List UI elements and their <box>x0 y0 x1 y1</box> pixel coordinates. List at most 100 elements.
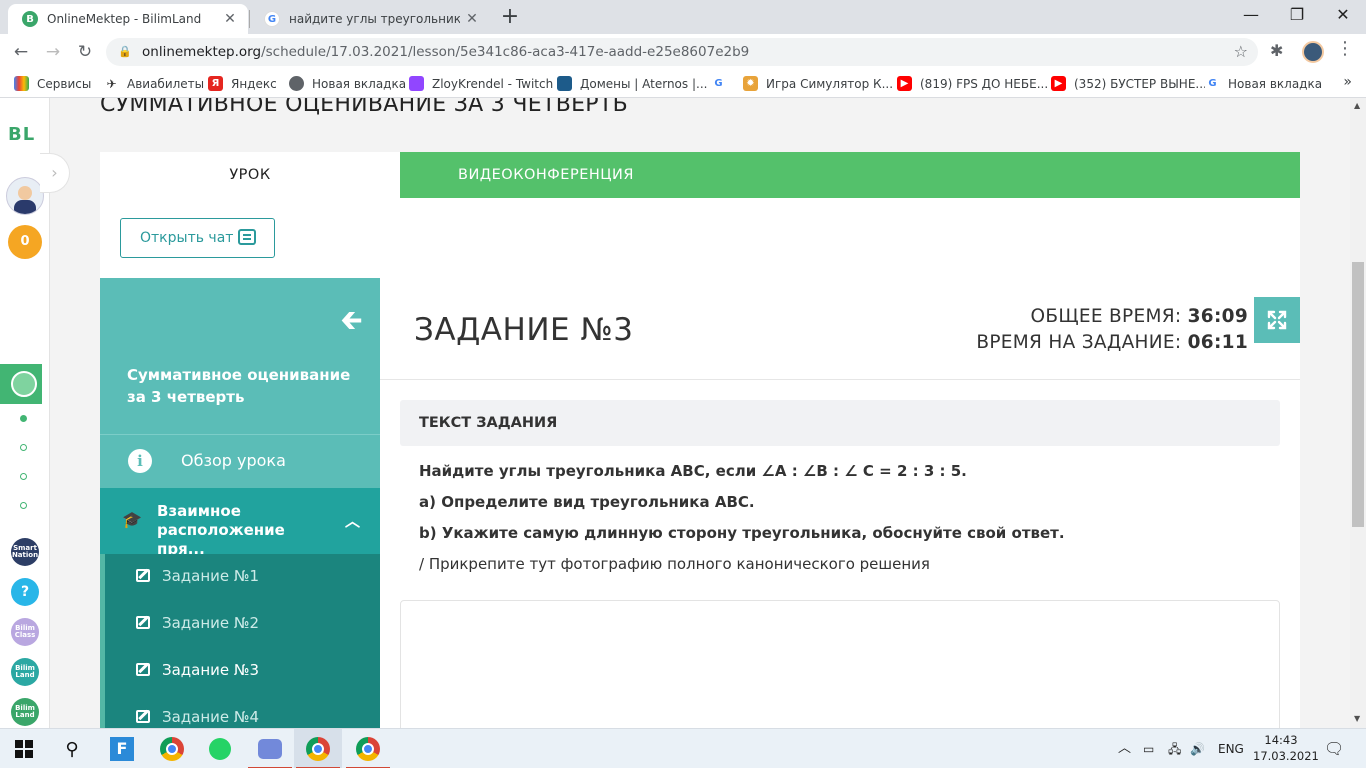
close-icon[interactable]: ✕ <box>218 11 242 27</box>
taskbar-discord[interactable] <box>246 729 294 768</box>
taskbar-chrome-2[interactable] <box>294 729 342 768</box>
profile-avatar[interactable] <box>1302 41 1324 63</box>
network-icon[interactable]: 🖧 <box>1168 729 1181 768</box>
sidebar-item-task-4[interactable]: Задание №4 <box>105 695 380 728</box>
rail-dot-2[interactable] <box>20 444 27 451</box>
page-scrollbar[interactable]: ▲ ▼ <box>1350 98 1366 728</box>
coins-badge[interactable]: 0 <box>8 225 42 259</box>
task-time-value: 06:11 <box>1187 332 1248 353</box>
extensions-icon[interactable]: ✱ <box>1270 41 1283 60</box>
task-line-2: а) Определите вид треугольника АВС. <box>419 493 755 511</box>
rail-dot-1[interactable] <box>20 415 27 422</box>
youtube-icon: ▶ <box>1051 76 1066 91</box>
scroll-up-icon[interactable]: ▲ <box>1354 101 1360 110</box>
bookmark-aternos[interactable]: Домены | Aternos |... <box>557 76 707 91</box>
divider <box>380 379 1300 380</box>
bookmark-star-icon[interactable]: ☆ <box>1234 38 1248 66</box>
scroll-down-icon[interactable]: ▼ <box>1354 714 1360 723</box>
edit-icon <box>136 616 150 629</box>
help-icon[interactable]: ? <box>11 578 39 606</box>
clock-date: 17.03.2021 <box>1253 749 1319 763</box>
close-icon[interactable]: ✕ <box>460 11 484 27</box>
discord-icon <box>258 739 282 759</box>
bookmark-yandex[interactable]: Я Яндекс <box>208 76 277 91</box>
taskbar-app-f[interactable]: F <box>98 729 146 768</box>
bookmark-aviabilety[interactable]: ✈ Авиабилеты <box>104 76 204 91</box>
scroll-thumb[interactable] <box>1352 262 1364 527</box>
menu-icon[interactable]: ⋮ <box>1336 38 1354 59</box>
bookmark-twitch[interactable]: ZloyKrendel - Twitch <box>409 76 553 91</box>
rail-expand-button[interactable]: › <box>40 153 70 193</box>
bilim-class-app[interactable]: Bilim Class <box>11 618 39 646</box>
language-indicator[interactable]: ENG <box>1218 729 1244 768</box>
lock-icon[interactable]: 🔒 <box>118 38 132 66</box>
back-arrow-icon[interactable]: 🡰 <box>341 302 362 346</box>
bookmark-new-tab[interactable]: Новая вкладка <box>289 76 406 91</box>
rail-dot-3[interactable] <box>20 473 27 480</box>
bookmark-services[interactable]: Сервисы <box>14 76 91 91</box>
online-lesson-icon <box>11 371 37 397</box>
sidebar-item-task-2[interactable]: Задание №2 <box>105 601 380 648</box>
bl-logo[interactable]: BL <box>8 124 35 145</box>
taskbar-chrome-1[interactable] <box>148 729 196 768</box>
graduation-cap-icon: 🎓 <box>122 510 142 529</box>
tab-title: найдите углы треугольника abc <box>289 12 460 26</box>
volume-icon[interactable]: 🔊 <box>1190 729 1205 768</box>
battery-icon[interactable]: ▭ <box>1143 729 1154 768</box>
fullscreen-button[interactable] <box>1254 297 1300 343</box>
close-window-button[interactable]: ✕ <box>1320 0 1366 32</box>
globe-icon <box>289 76 304 91</box>
search-icon: ⚲ <box>65 738 79 760</box>
show-hidden-icons[interactable]: ︿ <box>1118 729 1131 768</box>
restore-button[interactable]: ❐ <box>1274 0 1320 32</box>
lesson-card: УРОК ВИДЕОКОНФЕРЕНЦИЯ Открыть чат 🡰 Сумм… <box>100 152 1300 728</box>
notifications-icon[interactable]: 🗨 <box>1324 729 1344 768</box>
address-bar[interactable]: 🔒 onlinemektep.org/schedule/17.03.2021/l… <box>106 38 1258 66</box>
clock[interactable]: 14:43 17.03.2021 <box>1253 732 1319 764</box>
sidebar-item-overview[interactable]: i Обзор урока <box>100 434 380 488</box>
chrome-icon <box>160 737 184 761</box>
bookmark-google[interactable]: G <box>711 76 734 91</box>
smart-nation-app[interactable]: Smart Nation <box>11 538 39 566</box>
reload-button[interactable]: ↻ <box>72 40 98 66</box>
apps-grid-icon <box>14 76 29 91</box>
more-bookmarks-icon[interactable]: » <box>1343 74 1352 90</box>
bookmark-game[interactable]: ✹ Игра Симулятор К... <box>743 76 893 91</box>
tab-onlinemektep[interactable]: B OnlineMektep - BilimLand ✕ <box>8 4 248 34</box>
bookmark-new-tab-2[interactable]: G Новая вкладка <box>1205 76 1322 91</box>
tab-lesson[interactable]: УРОК <box>100 152 400 198</box>
sidebar-item-task-3[interactable]: Задание №3 <box>105 648 380 695</box>
lesson-sidebar: 🡰 Суммативное оценивание за 3 четверть i… <box>100 278 380 728</box>
forward-button[interactable]: → <box>40 40 66 66</box>
tab-title: OnlineMektep - BilimLand <box>47 12 202 26</box>
sidebar-item-label: Задание №1 <box>162 567 260 585</box>
taskbar-chrome-3[interactable] <box>344 729 392 768</box>
tab-google-search[interactable]: G найдите углы треугольника abc ✕ <box>250 4 490 34</box>
sidebar-task-list: Задание №1 Задание №2 Задание №3 Задание… <box>100 554 380 728</box>
search-button[interactable]: ⚲ <box>48 729 96 768</box>
start-button[interactable] <box>0 729 48 768</box>
new-tab-button[interactable]: + <box>498 6 522 30</box>
page-content: СУММАТИВНОЕ ОЦЕНИВАНИЕ ЗА 3 ЧЕТВЕРТЬ УРО… <box>0 98 1350 728</box>
bookmark-youtube-2[interactable]: ▶ (352) БУСТЕР ВЫНЕ... <box>1051 76 1207 91</box>
minimize-button[interactable]: — <box>1228 0 1274 32</box>
rail-dot-4[interactable] <box>20 502 27 509</box>
expand-icon <box>1267 310 1287 330</box>
bookmark-label: Новая вкладка <box>312 76 407 91</box>
bookmark-youtube-1[interactable]: ▶ (819) FPS ДО НЕБЕ... <box>897 76 1048 91</box>
bilim-land-app-2[interactable]: Bilim Land <box>11 698 39 726</box>
avatar[interactable] <box>6 177 44 215</box>
sidebar-item-task-1[interactable]: Задание №1 <box>105 554 380 601</box>
taskbar-whatsapp[interactable] <box>196 729 244 768</box>
back-button[interactable]: ← <box>8 40 34 66</box>
bilim-land-app[interactable]: Bilim Land <box>11 658 39 686</box>
sidebar-item-label: Задание №3 <box>162 661 260 679</box>
tab-videoconference[interactable]: ВИДЕОКОНФЕРЕНЦИЯ <box>400 152 1300 198</box>
task-time: ВРЕМЯ НА ЗАДАНИЕ: 06:11 <box>976 330 1248 356</box>
task-text: Найдите углы треугольника АВС, если ∠А :… <box>419 462 1279 586</box>
rail-online-lesson[interactable] <box>0 364 42 404</box>
answer-upload-area[interactable] <box>400 600 1280 728</box>
sidebar-section-toggle[interactable]: 🎓 Взаимное расположение пря... ︿ <box>100 488 380 558</box>
yandex-icon: Я <box>208 76 223 91</box>
open-chat-button[interactable]: Открыть чат <box>120 218 275 258</box>
